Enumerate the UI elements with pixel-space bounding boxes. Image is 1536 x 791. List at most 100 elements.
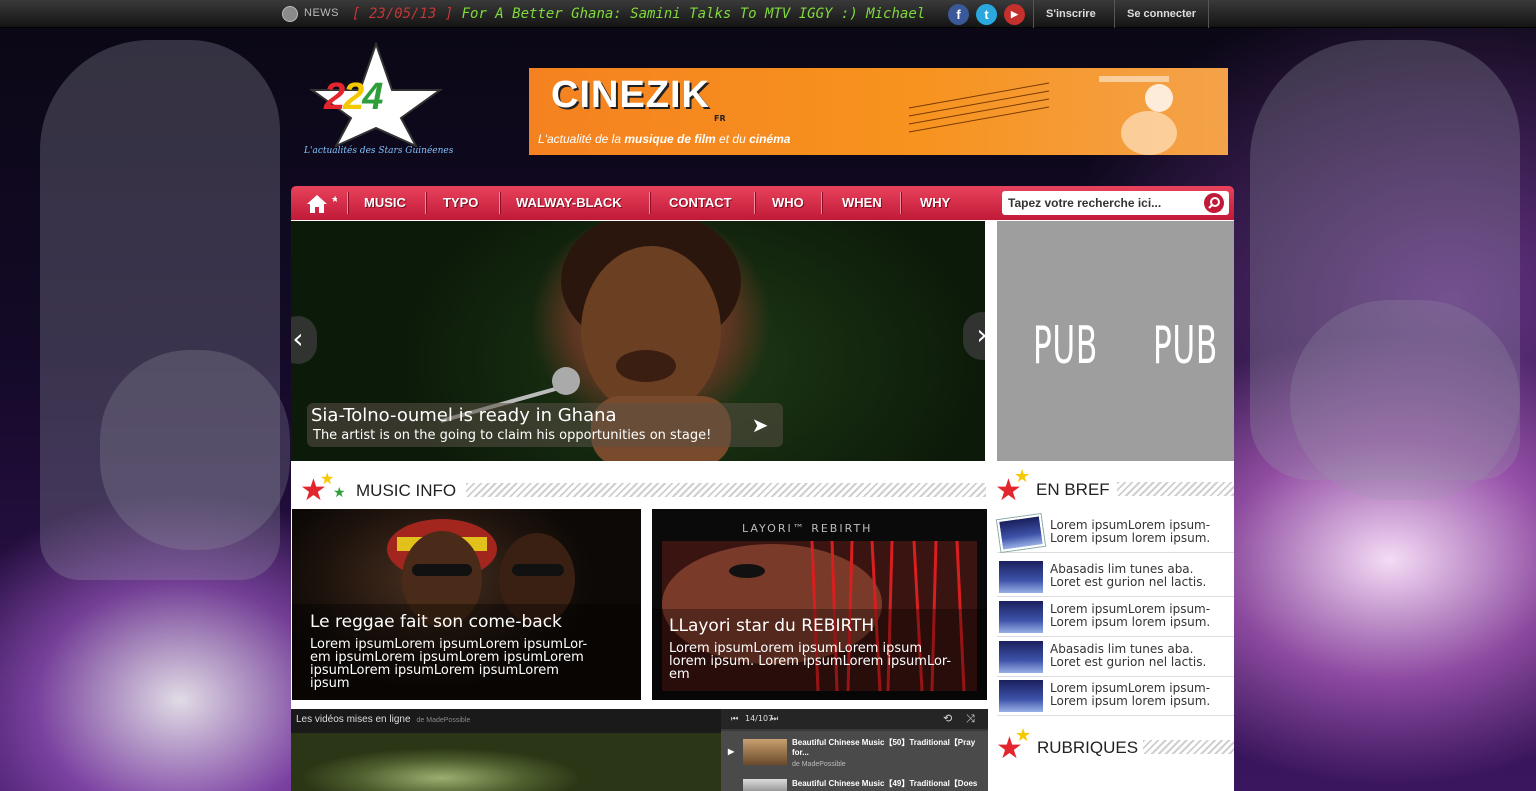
slider-title[interactable]: Sia-Tolno-oumel is ready in Ghana [311,405,617,426]
video-widget: Les vidéos mises en ligne de MadePossible… [291,709,988,791]
video-widget-header: Les vidéos mises en ligne de MadePossible [291,709,721,733]
section-star-icon: ★ [1014,466,1031,487]
news-ticker[interactable]: [ 23/05/13 ] For A Better Ghana: Samini … [352,3,932,25]
main-content: ‹ › Sia-Tolno-oumel is ready in Ghana Th… [291,220,1234,791]
ad-label-left: PUB [1033,316,1098,376]
bref-item[interactable]: Abasadis lim tunes aba. Loret est gurion … [997,557,1234,597]
bref-thumbnail [999,641,1043,673]
section-divider [466,483,986,497]
play-icon: ▶ [728,747,735,756]
bref-text: Abasadis lim tunes aba. Loret est gurion … [1050,562,1207,589]
banner-tagline: L'actualité de la musique de film et du … [538,132,791,146]
main-nav: ★ MUSIC TYPO WALWAY-BLACK CONTACT WHO WH… [291,186,1234,220]
top-bar: NEWS [ 23/05/13 ] For A Better Ghana: Sa… [0,0,1536,28]
next-track-icon[interactable]: ⏭ [771,709,778,729]
section-divider [1143,740,1234,754]
section-star-icon: ★ [333,485,346,501]
rubriques-title: RUBRIQUES [1037,738,1139,757]
facebook-icon[interactable]: f [948,4,969,25]
card-excerpt: Lorem ipsumLorem ipsumLorem ipsum lorem … [669,641,952,682]
playlist-item-title: Beautiful Chinese Music【50】Traditional【P… [792,738,976,757]
featured-slider[interactable]: ‹ › Sia-Tolno-oumel is ready in Ghana Th… [291,221,985,461]
video-player[interactable] [291,733,721,791]
home-button[interactable]: ★ [297,190,339,216]
playlist-thumbnail [743,739,787,765]
video-playlist: ⏮ 14/107 ⏭ ⟲ ⤨ ▶ Beautiful Chinese Music… [721,709,988,791]
slider-play-button[interactable]: ➤ [737,403,783,447]
search-icon [1208,197,1220,209]
slider-subtitle: The artist is on the going to claim his … [313,428,712,443]
logo-digit-3: 4 [362,76,383,118]
logo-tagline: L'actualités des Stars Guinéenes [304,146,454,156]
card-title[interactable]: Le reggae fait son come-back [310,612,562,632]
bref-text: Lorem ipsumLorem ipsum- Lorem ipsum lorem… [1050,681,1211,708]
playlist-thumbnail [743,779,787,791]
banner-brand: CINEZIK [551,74,710,116]
bref-thumbnail [999,561,1043,593]
video-widget-title: Les vidéos mises en ligne [296,714,411,725]
nav-item-contact[interactable]: CONTACT [669,186,732,220]
en-bref-title: EN BREF [1036,480,1110,499]
ticker-date: [ 23/05/13 ] [352,6,454,22]
twitter-icon[interactable]: t [976,4,997,25]
card-excerpt: Lorem ipsumLorem ipsumLorem ipsumLor- em… [310,637,588,691]
nav-item-why[interactable]: WHY [920,186,950,220]
nav-item-typo[interactable]: TYPO [443,186,478,220]
bref-thumbnail [996,514,1046,552]
repeat-icon[interactable]: ⟲ [943,709,952,729]
chevron-right-icon: › [976,318,985,351]
banner-conductor-illustration [908,76,1177,155]
home-icon: ★ [307,195,339,213]
playlist-item-channel: de MadePossible [792,761,846,768]
bref-text: Lorem ipsumLorem ipsum- Lorem ipsum lorem… [1050,602,1211,629]
bref-text: Abasadis lim tunes aba. Loret est gurion … [1050,642,1207,669]
login-button[interactable]: Se connecter [1114,0,1210,28]
logo-number: 224 [324,76,383,119]
playlist-counter: 14/107 [745,714,774,723]
nav-item-music[interactable]: MUSIC [364,186,406,220]
shuffle-icon[interactable]: ⤨ [966,709,975,729]
slider-next-button[interactable]: › [963,312,985,360]
play-icon: ➤ [751,413,769,437]
search-button[interactable] [1204,193,1224,213]
search-box [1002,191,1229,215]
bref-thumbnail [999,601,1043,633]
section-star-icon: ★ [1015,725,1032,746]
youtube-icon[interactable]: ▶ [1004,4,1025,25]
section-divider [1117,482,1234,496]
news-icon [282,6,298,22]
slider-caption: Sia-Tolno-oumel is ready in Ghana The ar… [307,403,737,447]
previous-track-icon[interactable]: ⏮ [731,709,738,729]
bref-item[interactable]: Lorem ipsumLorem ipsum- Lorem ipsum lorem… [997,676,1234,716]
news-label: NEWS [304,7,339,19]
bref-item[interactable]: Abasadis lim tunes aba. Loret est gurion … [997,637,1234,677]
svg-text:★: ★ [331,195,337,205]
nav-item-walway-black[interactable]: WALWAY-BLACK [516,186,622,220]
playlist-controls: ⏮ 14/107 ⏭ ⟲ ⤨ [721,709,988,729]
nav-item-when[interactable]: WHEN [842,186,882,220]
music-card[interactable]: Le reggae fait son come-back Lorem ipsum… [292,509,641,700]
playlist-item[interactable]: ▶ Beautiful Chinese Music【50】Traditional… [721,731,988,775]
music-card[interactable]: LAYORI™ REBIRTH LLayori star du REBIRTH … [652,509,987,700]
playlist-item-title: Beautiful Chinese Music【49】Traditional【D… [792,779,978,788]
chevron-left-icon: ‹ [292,322,304,355]
bref-item[interactable]: Lorem ipsumLorem ipsum- Lorem ipsum lorem… [996,513,1234,553]
bref-thumbnail [999,680,1043,712]
music-info-title: MUSIC INFO [356,481,457,500]
site-logo[interactable]: 224 L'actualités des Stars Guinéenes [300,42,454,167]
ad-placeholder[interactable]: PUB PUB [997,221,1234,461]
logo-digit-2: 2 [343,76,364,118]
ad-label-right: PUB [1153,316,1218,376]
banner-brand-suffix: FR [714,114,726,123]
playlist-item[interactable]: Beautiful Chinese Music【49】Traditional【D… [721,775,988,791]
ticker-headline[interactable]: For A Better Ghana: Samini Talks To MTV … [462,6,932,22]
video-widget-channel[interactable]: de MadePossible [417,717,471,724]
bref-text: Lorem ipsumLorem ipsum- Lorem ipsum lorem… [1050,518,1211,545]
cinezik-banner-ad[interactable]: CINEZIK FR L'actualité de la musique de … [529,68,1228,155]
search-input[interactable] [1008,195,1198,211]
bref-item[interactable]: Lorem ipsumLorem ipsum- Lorem ipsum lorem… [997,597,1234,637]
logo-digit-1: 2 [324,76,345,118]
signup-button[interactable]: S'inscrire [1033,0,1108,28]
card-title[interactable]: LLayori star du REBIRTH [669,616,874,636]
nav-item-who[interactable]: WHO [772,186,804,220]
